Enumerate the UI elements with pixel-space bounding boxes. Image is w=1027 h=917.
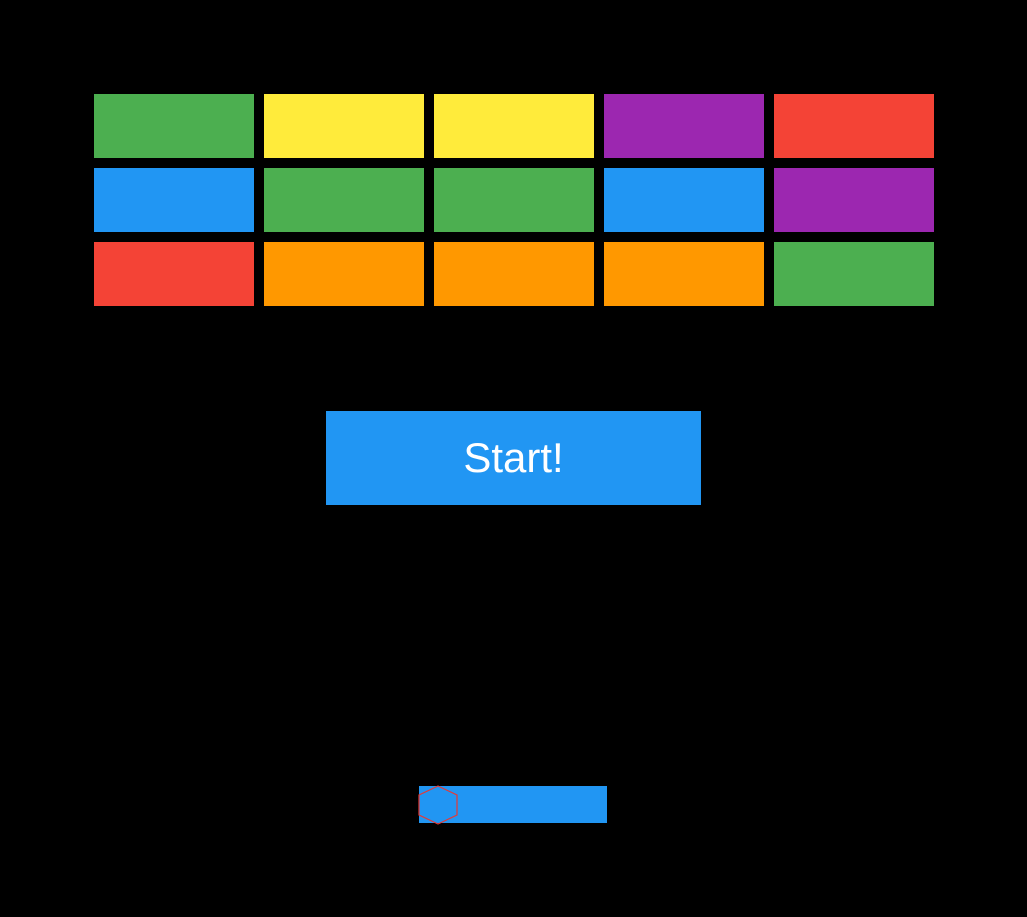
brick [94, 168, 254, 232]
brick [94, 242, 254, 306]
brick-grid [94, 94, 934, 306]
brick [264, 242, 424, 306]
hexagon-ball-icon [418, 785, 458, 825]
brick [264, 94, 424, 158]
brick [774, 94, 934, 158]
brick [434, 242, 594, 306]
brick [774, 168, 934, 232]
start-button[interactable]: Start! [326, 411, 701, 505]
brick [604, 168, 764, 232]
brick [774, 242, 934, 306]
brick [434, 94, 594, 158]
brick [604, 242, 764, 306]
brick [434, 168, 594, 232]
brick [604, 94, 764, 158]
brick [264, 168, 424, 232]
game-area[interactable]: Start! [0, 0, 1027, 917]
brick [94, 94, 254, 158]
